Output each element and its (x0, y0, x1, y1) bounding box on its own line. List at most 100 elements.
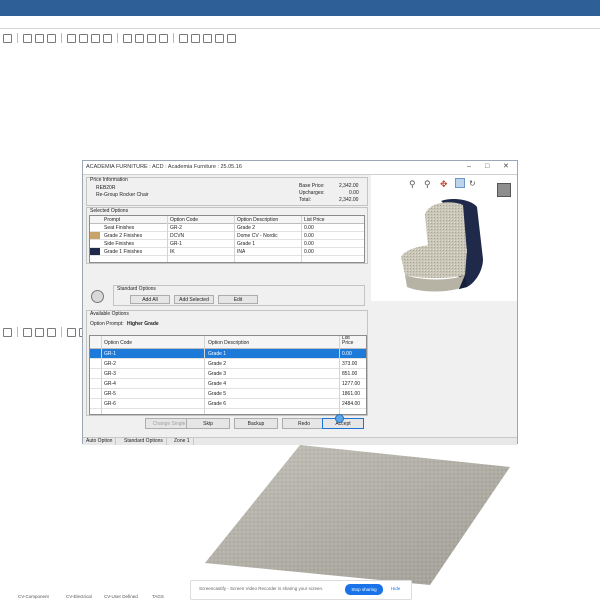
table-row[interactable]: GR-2 Grade 2 373.00 (90, 359, 366, 369)
option-description: Dome CV - Nordic (237, 233, 278, 239)
column-header: Option Code (104, 340, 133, 346)
arrow-tool-icon[interactable] (147, 33, 156, 43)
option-description: Grade 4 (208, 381, 227, 387)
list-price: 373.00 (342, 361, 358, 367)
option-description: Grade 6 (208, 401, 227, 407)
add-selected-button[interactable]: Add Selected (174, 295, 214, 304)
option-description: Grade 5 (208, 391, 227, 397)
finish-swatch (90, 248, 100, 255)
measure-icon[interactable] (67, 33, 76, 43)
status-item[interactable]: CV-Electrical (66, 594, 92, 599)
edit-button[interactable]: Edit (218, 295, 258, 304)
wire-tool-icon[interactable] (23, 327, 32, 337)
column-divider (167, 216, 168, 262)
toolbar-divider (0, 28, 600, 29)
minimize-icon[interactable]: – (467, 163, 471, 171)
status-item[interactable]: CV-User Defined (104, 594, 138, 599)
upcharges-label: Upcharges: (299, 190, 325, 196)
column-divider (204, 336, 205, 414)
delete-icon[interactable] (227, 33, 236, 43)
selected-options-group: Selected Options Prompt Option Code Opti… (86, 207, 368, 264)
list-price: 0.00 (304, 249, 314, 255)
link-icon[interactable] (67, 327, 76, 337)
measure-icon[interactable] (47, 327, 56, 337)
close-icon[interactable]: ✕ (503, 163, 509, 171)
table-row[interactable]: GR-6 Grade 6 2484.00 (90, 399, 366, 409)
link-icon[interactable] (179, 33, 188, 43)
table-row[interactable]: Grade 2 Finishes DCVN Dome CV - Nordic 0… (90, 232, 364, 240)
toolbar-separator (17, 33, 18, 43)
status-item[interactable]: TAGS (152, 594, 164, 599)
tag-icon[interactable] (203, 33, 212, 43)
table-header: Prompt Option Code Option Description Li… (90, 216, 364, 224)
measure-icon[interactable] (79, 33, 88, 43)
line-tool-icon[interactable] (123, 33, 132, 43)
list-price: 1277.00 (342, 381, 361, 387)
base-price-value: 2,342.00 (339, 183, 359, 189)
status-item[interactable]: CV-Component (18, 594, 49, 599)
option-description: INA (237, 249, 246, 255)
toolbar-separator (61, 327, 62, 337)
option-code: GR-3 (104, 371, 116, 377)
available-options-legend: Available Options (90, 311, 129, 317)
option-code: GR-2 (104, 361, 116, 367)
layout-tool-icon[interactable] (35, 327, 44, 337)
column-header: Option Description (208, 340, 250, 346)
tab-auto-option[interactable]: Auto Option (83, 438, 117, 445)
option-prompt: Side Finishes (104, 241, 135, 247)
available-options-table[interactable]: Option Code Option Description List Pric… (89, 335, 367, 415)
selected-options-table[interactable]: Prompt Option Code Option Description Li… (89, 215, 365, 263)
table-row[interactable]: GR-3 Grade 3 851.00 (90, 369, 366, 379)
hide-button[interactable]: Hide (391, 586, 400, 591)
tab-standard-options[interactable]: Standard Options (121, 438, 167, 445)
toolbar-separator (61, 33, 62, 43)
standard-options-icon[interactable] (91, 290, 104, 303)
cursor-highlight (335, 414, 344, 423)
table-row[interactable]: GR-5 Grade 5 1861.00 (90, 389, 366, 399)
add-all-button[interactable]: Add All (130, 295, 170, 304)
finish-swatch (90, 224, 100, 231)
table-row[interactable]: Grade 1 Finishes IK INA 0.00 (90, 248, 364, 256)
backup-button[interactable]: Backup (234, 418, 278, 429)
redo-button[interactable]: Redo (282, 418, 326, 429)
group-icon[interactable] (215, 33, 224, 43)
available-options-group: Available Options Option Prompt: Higher … (86, 310, 368, 416)
top-toolbar (0, 32, 236, 44)
price-information-legend: Price Information (90, 177, 128, 183)
line-tool-icon[interactable] (135, 33, 144, 43)
chair-render (401, 199, 483, 292)
app-title-bar (0, 0, 600, 16)
arrow-tool-icon[interactable] (159, 33, 168, 43)
option-prompt: Grade 1 Finishes (104, 249, 143, 255)
table-row[interactable]: Seat Finishes GR-2 Grade 2 0.00 (90, 224, 364, 232)
option-prompt: Grade 2 Finishes (104, 233, 143, 239)
wire-tool-icon[interactable] (35, 33, 44, 43)
product-description: Re-Group Rocker Chair (96, 192, 149, 198)
list-price: 0.00 (342, 351, 352, 357)
list-price: 0.00 (304, 233, 314, 239)
close-icon[interactable] (3, 33, 12, 43)
option-description: Grade 1 (237, 241, 256, 247)
list-price: 0.00 (304, 225, 314, 231)
tag-icon[interactable] (191, 33, 200, 43)
skip-button[interactable]: Skip (186, 418, 230, 429)
wire-tool-icon[interactable] (23, 33, 32, 43)
floor-panel-3d[interactable] (205, 445, 510, 585)
table-row-selected[interactable]: GR-1 Grade 1 0.00 (90, 349, 366, 359)
tab-zone-1[interactable]: Zone 1 (171, 438, 194, 445)
table-row[interactable]: Side Finishes GR-1 Grade 1 0.00 (90, 240, 364, 248)
chair-tool-icon[interactable] (103, 33, 112, 43)
option-prompt-value: Higher Grade (127, 321, 159, 327)
layout-tool-icon[interactable] (47, 33, 56, 43)
option-code: GR-5 (104, 391, 116, 397)
dialog-tabs: Auto Option Standard Options Zone 1 (83, 437, 517, 445)
close-icon[interactable] (3, 327, 12, 337)
list-price: 2484.00 (342, 401, 361, 407)
total-label: Total: (299, 197, 311, 203)
table-row[interactable]: GR-4 Grade 4 1277.00 (90, 379, 366, 389)
column-divider (234, 216, 235, 262)
column-header: Prompt (104, 217, 121, 223)
maximize-icon[interactable]: □ (485, 163, 489, 171)
rotate-icon[interactable] (91, 33, 100, 43)
option-description: Grade 3 (208, 371, 227, 377)
